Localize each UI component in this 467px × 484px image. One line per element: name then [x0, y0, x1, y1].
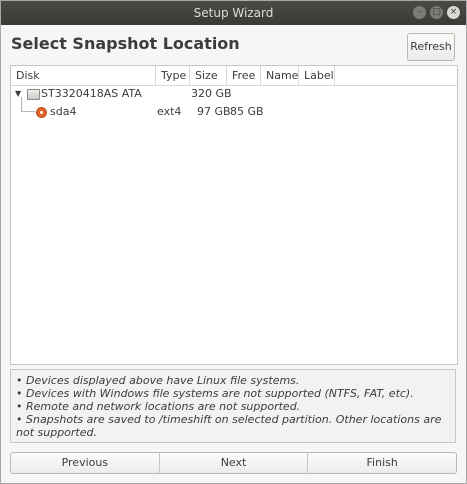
minimize-icon[interactable]: –: [413, 6, 426, 19]
table-row-disk[interactable]: ▼ ST3320418AS ATA 320 GB: [11, 85, 457, 103]
partition-type: ext4: [157, 105, 182, 118]
column-header-size[interactable]: Size: [190, 66, 227, 85]
wizard-navigation: Previous Next Finish: [10, 452, 457, 474]
disk-size: 320 GB: [191, 87, 232, 100]
info-line: • Devices displayed above have Linux fil…: [16, 374, 300, 387]
disk-tree-view[interactable]: Disk Type Size Free Name Label ▼ ST33204…: [10, 65, 458, 365]
expand-triangle-icon[interactable]: ▼: [15, 85, 21, 103]
maximize-icon[interactable]: □: [430, 6, 443, 19]
column-header-disk[interactable]: Disk: [11, 66, 156, 85]
column-header-label[interactable]: Label: [299, 66, 335, 85]
setup-wizard-window: Setup Wizard – □ × Select Snapshot Locat…: [0, 0, 467, 484]
column-header-type[interactable]: Type: [156, 66, 190, 85]
disk-name: ST3320418AS ATA: [41, 87, 142, 100]
info-line: • Devices with Windows file systems are …: [16, 387, 414, 400]
refresh-button[interactable]: Refresh: [407, 33, 455, 61]
info-line: • Snapshots are saved to /timeshift on s…: [16, 413, 442, 439]
finish-button[interactable]: Finish: [307, 453, 456, 473]
close-icon[interactable]: ×: [447, 6, 460, 19]
partition-free: 85 GB: [230, 105, 264, 118]
hard-disk-icon: [27, 89, 40, 100]
info-panel: • Devices displayed above have Linux fil…: [10, 369, 456, 443]
partition-size: 97 GB: [197, 105, 231, 118]
next-button[interactable]: Next: [158, 453, 308, 473]
radio-selected-icon[interactable]: [36, 107, 47, 118]
previous-button[interactable]: Previous: [11, 453, 159, 473]
partition-name: sda4: [50, 105, 77, 118]
table-header: Disk Type Size Free Name Label: [11, 66, 457, 86]
window-title: Setup Wizard: [193, 6, 274, 20]
column-header-name[interactable]: Name: [261, 66, 299, 85]
page-title: Select Snapshot Location: [11, 34, 240, 53]
title-bar[interactable]: Setup Wizard – □ ×: [1, 1, 466, 25]
table-row-partition[interactable]: sda4 ext4 97 GB 85 GB: [11, 103, 457, 121]
info-line: • Remote and network locations are not s…: [16, 400, 301, 413]
column-header-free[interactable]: Free: [227, 66, 261, 85]
window-controls: – □ ×: [413, 6, 460, 19]
